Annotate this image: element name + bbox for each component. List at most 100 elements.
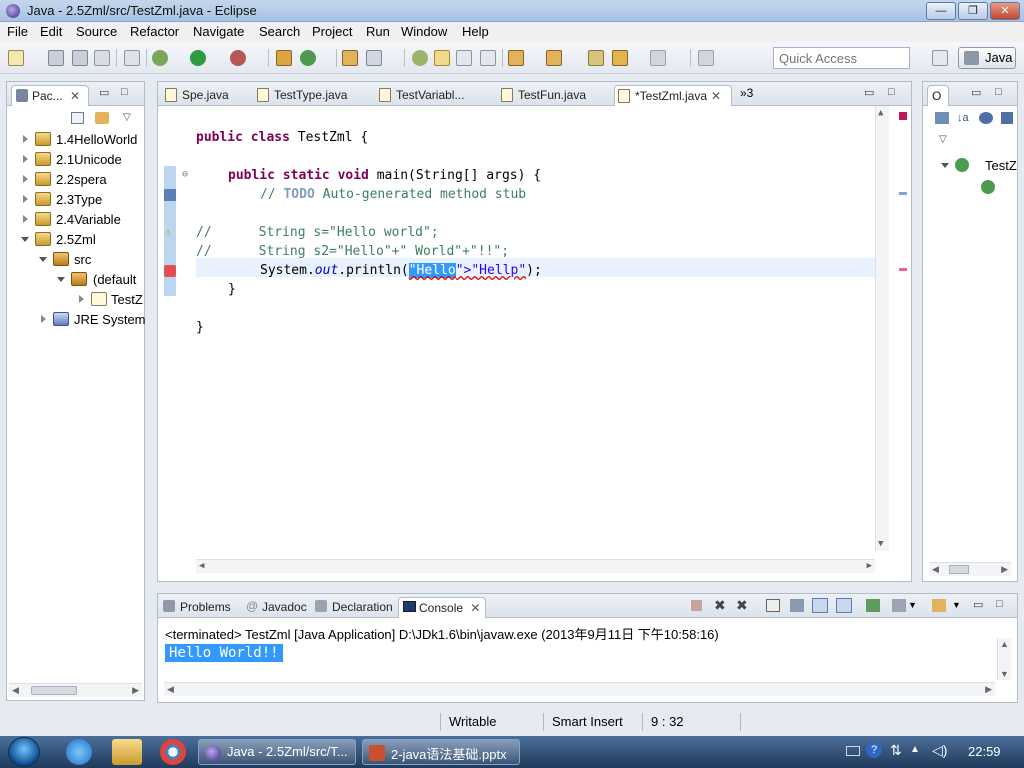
debug-icon[interactable] [152,50,168,66]
vertical-scrollbar[interactable]: ▲ ▼ [875,106,889,551]
tab-problems[interactable]: Problems [160,597,240,618]
hide-nonpublic-icon[interactable] [1001,112,1013,124]
vertical-scrollbar[interactable]: ▲ ▼ [997,638,1011,680]
scroll-lock-icon[interactable] [790,599,804,612]
toggle-highlight-icon[interactable] [434,50,450,66]
menu-source[interactable]: Source [76,24,117,39]
save-all-icon[interactable] [72,50,88,66]
open-console-dropdown-icon[interactable]: ▼ [952,600,961,610]
search-icon[interactable] [366,50,382,66]
horizontal-scrollbar[interactable]: ◀ ▶ [196,559,875,573]
taskbar-powerpoint-window[interactable]: 2-java语法基础.pptx [362,739,520,765]
view-menu-icon[interactable]: ▽ [123,112,131,123]
print-icon[interactable] [94,50,110,66]
last-edit-icon[interactable] [588,50,604,66]
console-output[interactable]: Hello World!! [165,644,283,662]
pin-editor-icon[interactable] [698,50,714,66]
terminate-icon[interactable] [691,600,702,611]
pin-console-icon[interactable] [866,599,880,612]
save-icon[interactable] [48,50,64,66]
task-overview-mark[interactable] [899,192,907,195]
open-perspective-icon[interactable] [932,50,948,66]
new-java-project-icon[interactable] [276,50,292,66]
error-overview-mark[interactable] [899,268,907,271]
scroll-thumb[interactable] [31,686,77,695]
taskbar-eclipse-window[interactable]: Java - 2.5Zml/src/T... [198,739,356,765]
sort-icon[interactable]: ↓a [957,112,969,124]
minimize-button[interactable]: — [926,2,956,20]
close-tab-icon[interactable]: ✕ [70,89,80,103]
tab-javadoc[interactable]: @ Javadoc [242,597,308,618]
display-console-icon[interactable] [892,599,906,612]
open-type-icon[interactable] [342,50,358,66]
mark-occurrences-icon[interactable] [412,50,428,66]
method-icon[interactable] [981,180,995,194]
remove-launch-icon[interactable]: ✖ [714,597,726,614]
show-on-output-icon[interactable] [812,598,828,613]
tab-console[interactable]: Console ✕ [398,597,486,618]
maximize-view-icon[interactable]: □ [995,86,1002,98]
help-icon[interactable]: ? [866,742,882,758]
volume-icon[interactable]: ◁) [932,742,947,759]
menu-navigate[interactable]: Navigate [193,24,244,39]
maximize-view-icon[interactable]: □ [996,598,1003,610]
tab-testzml-java[interactable]: *TestZml.java ✕ [614,85,732,106]
collapse-all-icon[interactable] [71,112,84,124]
fold-icon[interactable]: ⊖ [182,169,188,180]
tab-declaration[interactable]: Declaration [312,597,396,618]
code-editor[interactable]: ⊖ ⚠ public class TestZml { public static… [158,106,911,581]
hide-fields-icon[interactable] [935,112,949,124]
horizontal-scrollbar[interactable]: ◀ ▶ [9,683,142,697]
close-tab-icon[interactable]: ✕ [711,89,721,103]
external-tools-icon[interactable] [230,50,246,66]
skip-breakpoints-icon[interactable] [124,50,140,66]
new-class-icon[interactable] [300,50,316,66]
java-perspective-button[interactable]: Java [958,47,1016,69]
close-button[interactable]: ✕ [990,2,1020,20]
start-button[interactable] [8,737,40,767]
file-explorer-icon[interactable] [112,739,142,765]
package-explorer-tab[interactable]: Pac... ✕ [11,85,89,106]
outline-tab[interactable]: O [927,85,949,106]
link-with-editor-icon[interactable] [95,112,109,124]
minimize-view-icon[interactable]: ▭ [864,86,874,99]
tab-testtype-java[interactable]: TestType.java [254,85,366,106]
view-menu-icon[interactable]: ▽ [939,134,947,145]
tab-overflow[interactable]: »3 [740,86,753,100]
menu-file[interactable]: File [7,24,28,39]
new-icon[interactable] [8,50,24,66]
scroll-thumb[interactable] [949,565,969,574]
maximize-view-icon[interactable]: □ [888,86,895,98]
menu-run[interactable]: Run [366,24,390,39]
open-console-icon[interactable] [932,599,946,612]
menu-search[interactable]: Search [259,24,300,39]
tab-testfun-java[interactable]: TestFun.java [498,85,608,106]
remove-all-icon[interactable]: ✖ [736,597,748,614]
maximize-button[interactable]: ❐ [958,2,988,20]
minimize-view-icon[interactable]: ▭ [99,86,109,99]
menu-window[interactable]: Window [401,24,447,39]
keyboard-icon[interactable] [846,746,860,756]
menu-refactor[interactable]: Refactor [130,24,179,39]
internet-explorer-icon[interactable] [66,739,92,765]
close-tab-icon[interactable]: ✕ [470,601,480,615]
horizontal-scrollbar[interactable]: ◀ ▶ [164,682,995,696]
show-whitespace-icon[interactable] [480,50,496,66]
error-overview-icon[interactable] [899,112,907,120]
show-on-error-icon[interactable] [836,598,852,613]
run-icon[interactable] [190,50,206,66]
next-annotation-icon[interactable] [508,50,524,66]
block-selection-icon[interactable] [456,50,472,66]
quick-access-input[interactable] [773,47,910,69]
clock[interactable]: 22:59 [968,744,1001,759]
forward-icon[interactable] [650,50,666,66]
minimize-view-icon[interactable]: ▭ [971,86,981,99]
console-output-area[interactable]: <terminated> TestZml [Java Application] … [158,618,1017,702]
maximize-view-icon[interactable]: □ [121,86,128,98]
minimize-view-icon[interactable]: ▭ [973,598,983,611]
back-icon[interactable] [612,50,628,66]
clear-console-icon[interactable] [766,599,780,612]
menu-project[interactable]: Project [312,24,352,39]
usb-icon[interactable]: ⇅ [890,742,902,759]
show-hidden-icons[interactable]: ▲ [910,744,920,755]
